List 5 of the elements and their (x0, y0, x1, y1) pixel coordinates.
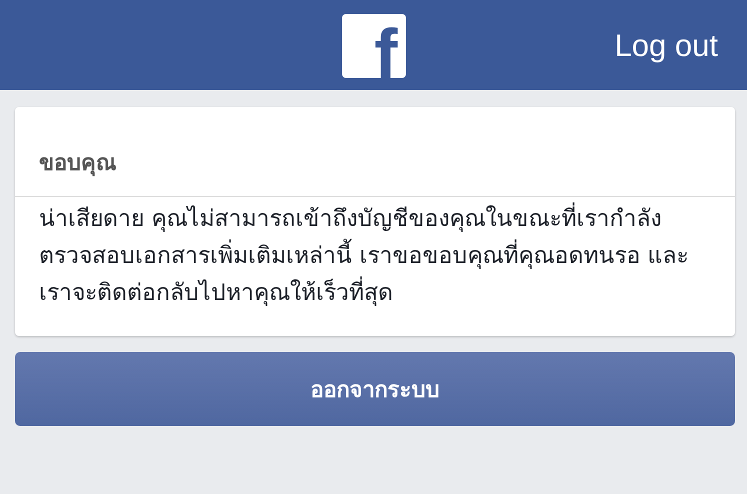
card-title: ขอบคุณ (15, 107, 735, 197)
message-text: น่าเสียดาย คุณไม่สามารถเข้าถึงบัญชีของคุณในขณะที่เรากำลังตรวจสอบเอกสารเพิ่มเติมเหล่านี้ เราขอขอบคุณที่คุณอดทนรอ และเราจะติดต่อกลับไปหาคุณให้เร็วที่สุด (15, 197, 735, 336)
logo[interactable]: f (342, 14, 406, 78)
logout-button[interactable]: ออกจากระบบ (15, 352, 735, 426)
logout-link[interactable]: Log out (614, 28, 718, 64)
